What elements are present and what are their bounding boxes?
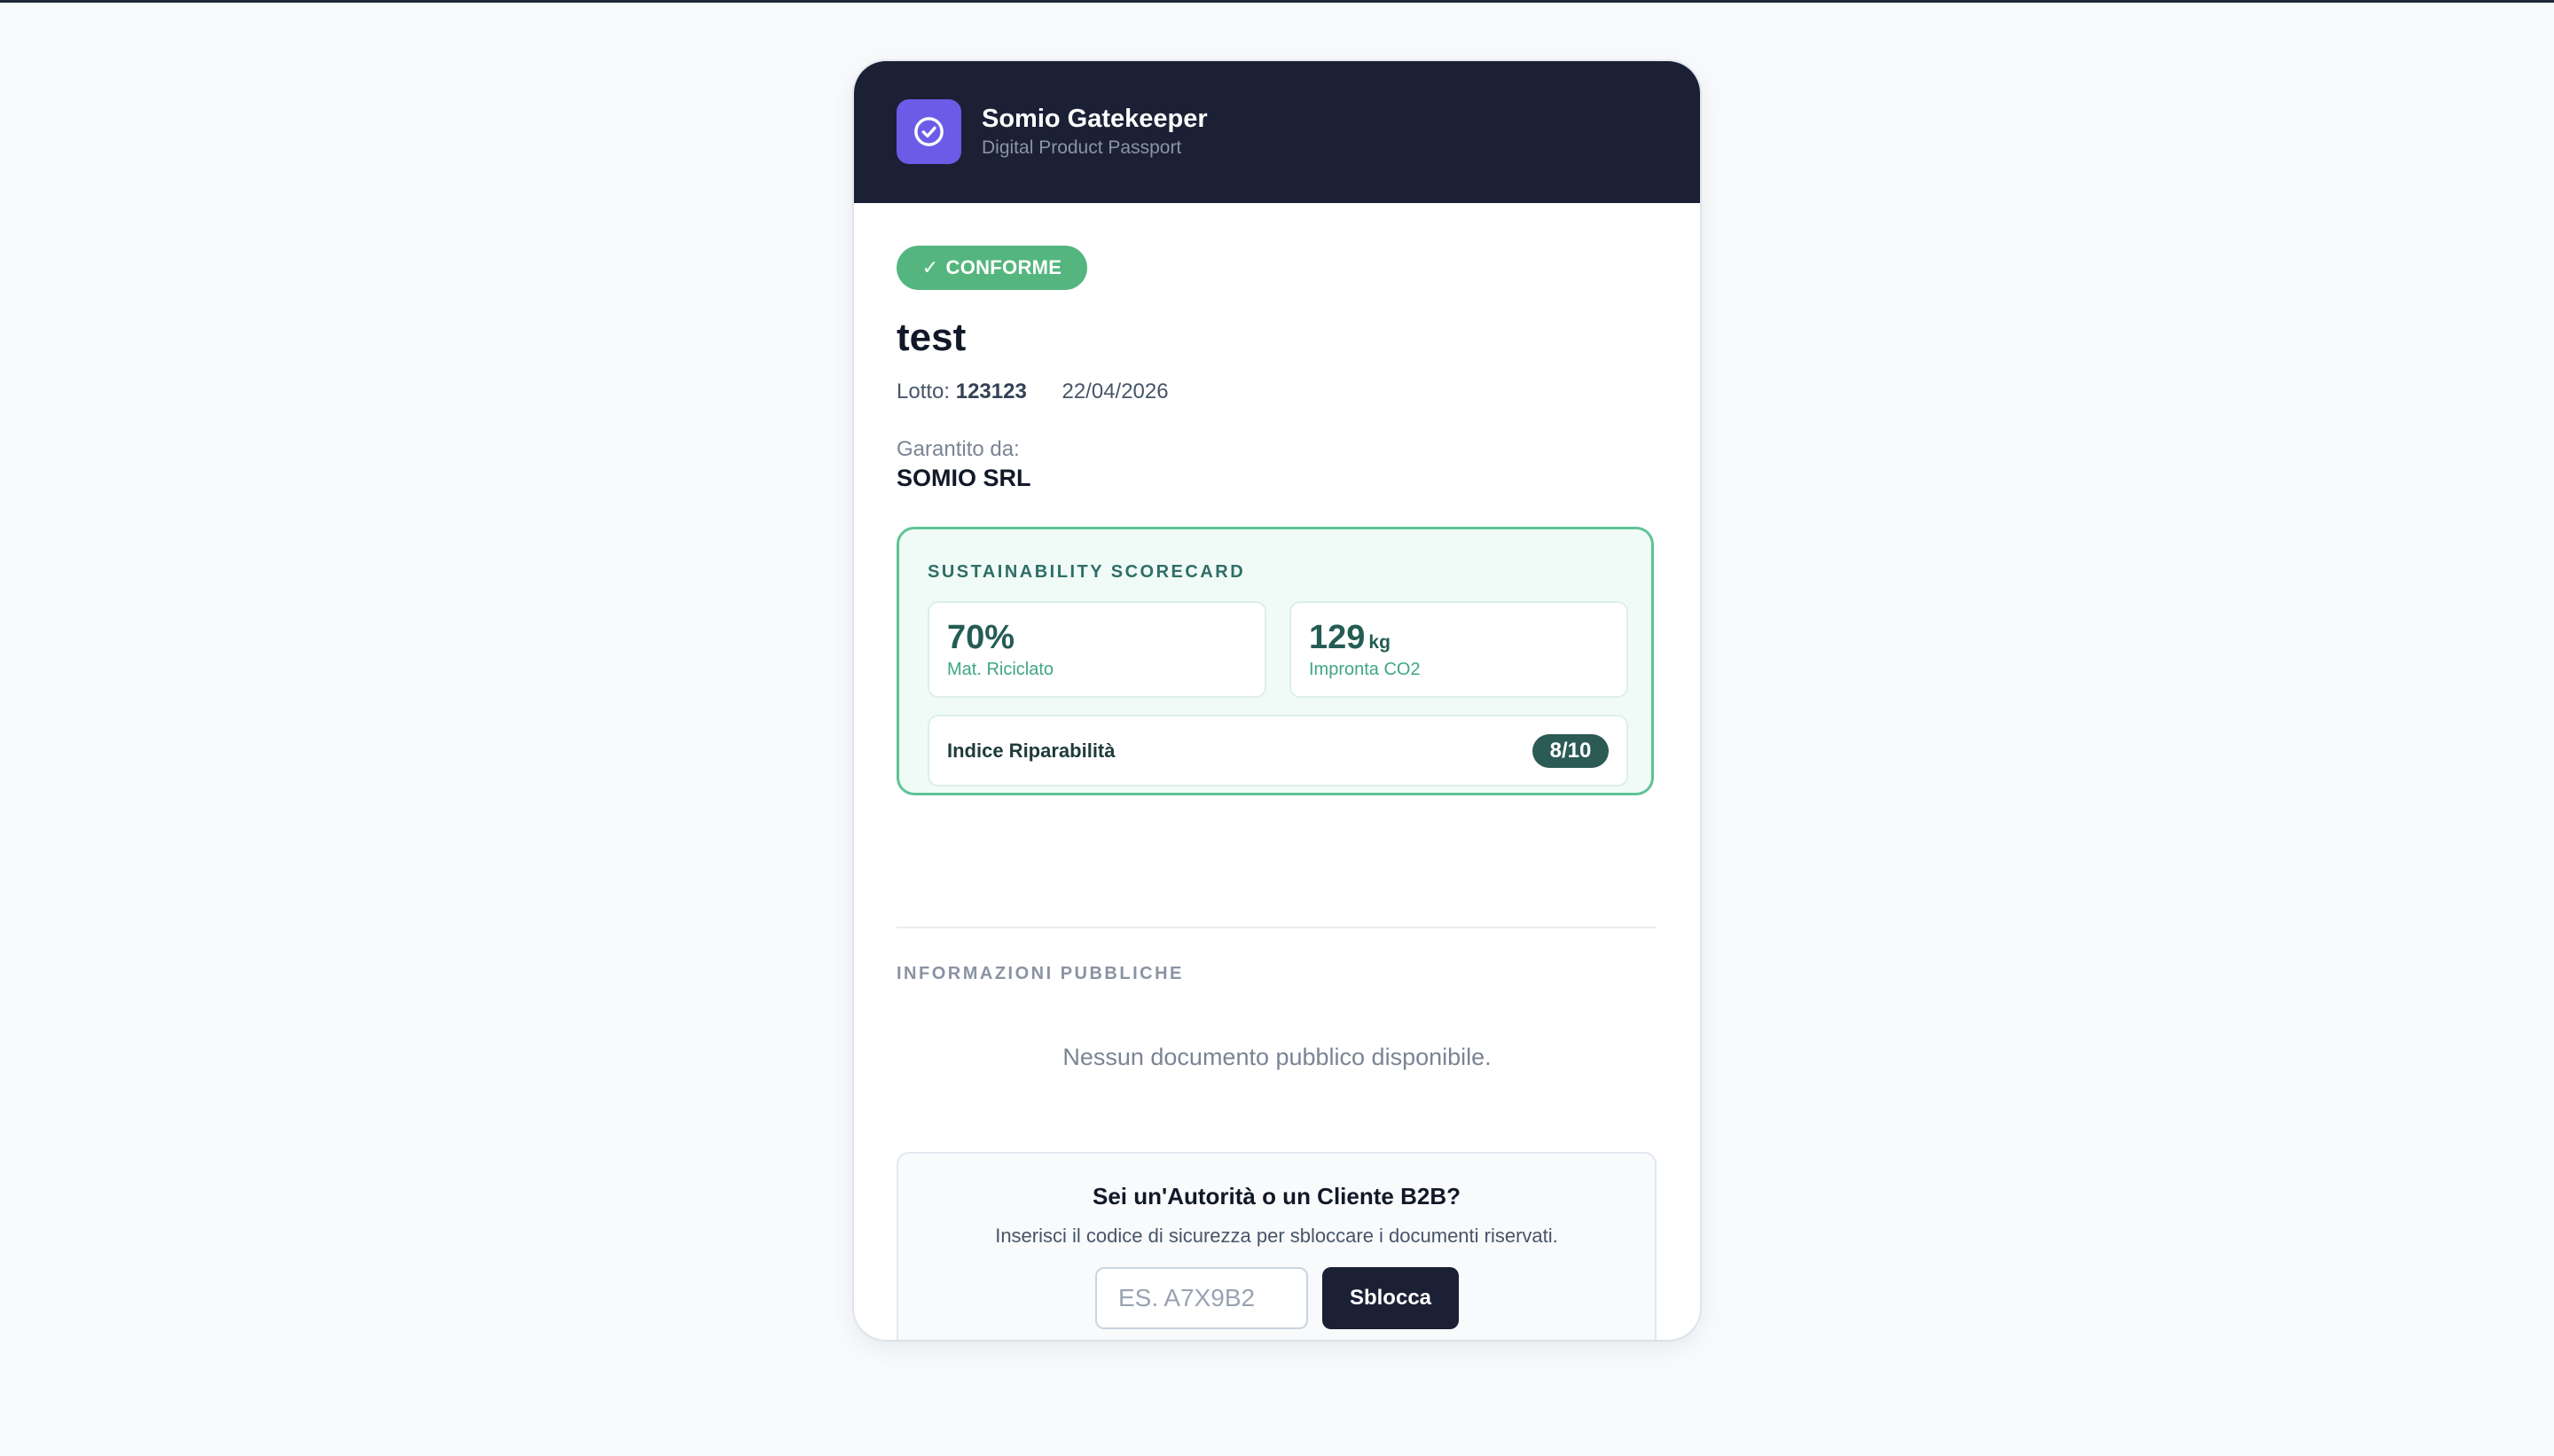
card-header: Somio Gatekeeper Digital Product Passpor… bbox=[854, 61, 1700, 203]
repairability-label: Indice Riparabilità bbox=[947, 740, 1116, 762]
passport-card: Somio Gatekeeper Digital Product Passpor… bbox=[854, 61, 1700, 1340]
recycled-material-label: Mat. Riciclato bbox=[947, 660, 1054, 679]
unlock-panel: Sei un'Autorità o un Cliente B2B? Inseri… bbox=[897, 1152, 1657, 1340]
sustainability-scorecard: SUSTAINABILITY SCORECARD 70% Mat. Ricicl… bbox=[897, 527, 1654, 795]
guarantor-name: SOMIO SRL bbox=[897, 465, 1031, 491]
section-divider bbox=[897, 927, 1657, 928]
app-subtitle: Digital Product Passport bbox=[982, 137, 1182, 158]
repairability-score-badge: 8/10 bbox=[1532, 734, 1609, 768]
lot-value: 123123 bbox=[955, 380, 1027, 403]
product-meta: Lotto: 123123 22/04/2026 bbox=[897, 380, 1169, 404]
unlock-description: Inserisci il codice di sicurezza per sbl… bbox=[995, 1225, 1558, 1247]
guarantor-label: Garantito da: bbox=[897, 437, 1020, 461]
scorecard-title: SUSTAINABILITY SCORECARD bbox=[928, 562, 1246, 582]
public-info-title: INFORMAZIONI PUBBLICHE bbox=[897, 964, 1184, 983]
public-info-empty-message: Nessun documento pubblico disponibile. bbox=[1062, 1044, 1492, 1070]
unlock-button[interactable]: Sblocca bbox=[1322, 1267, 1459, 1329]
top-border bbox=[0, 0, 2554, 3]
recycled-material-metric: 70% Mat. Riciclato bbox=[928, 601, 1266, 698]
security-code-input[interactable] bbox=[1095, 1267, 1308, 1329]
recycled-material-value: 70% bbox=[947, 619, 1015, 656]
app-title: Somio Gatekeeper bbox=[982, 105, 1208, 133]
co2-footprint-metric: 129 kg Impronta CO2 bbox=[1289, 601, 1628, 698]
co2-footprint-value-wrap: 129 kg bbox=[1309, 619, 1391, 657]
product-date: 22/04/2026 bbox=[1062, 380, 1169, 403]
co2-footprint-value: 129 bbox=[1309, 619, 1366, 656]
unlock-title: Sei un'Autorità o un Cliente B2B? bbox=[1093, 1183, 1461, 1209]
status-badge-label: CONFORME bbox=[945, 256, 1062, 278]
product-name: test bbox=[897, 316, 967, 359]
app-logo bbox=[897, 99, 961, 164]
lot-label: Lotto: bbox=[897, 380, 951, 403]
check-circle-icon bbox=[914, 117, 944, 146]
co2-footprint-label: Impronta CO2 bbox=[1309, 660, 1421, 679]
repairability-index: Indice Riparabilità 8/10 bbox=[928, 715, 1628, 787]
status-badge: ✓ CONFORME bbox=[897, 246, 1087, 290]
checkmark-icon: ✓ bbox=[921, 256, 939, 278]
co2-footprint-unit: kg bbox=[1368, 632, 1391, 653]
